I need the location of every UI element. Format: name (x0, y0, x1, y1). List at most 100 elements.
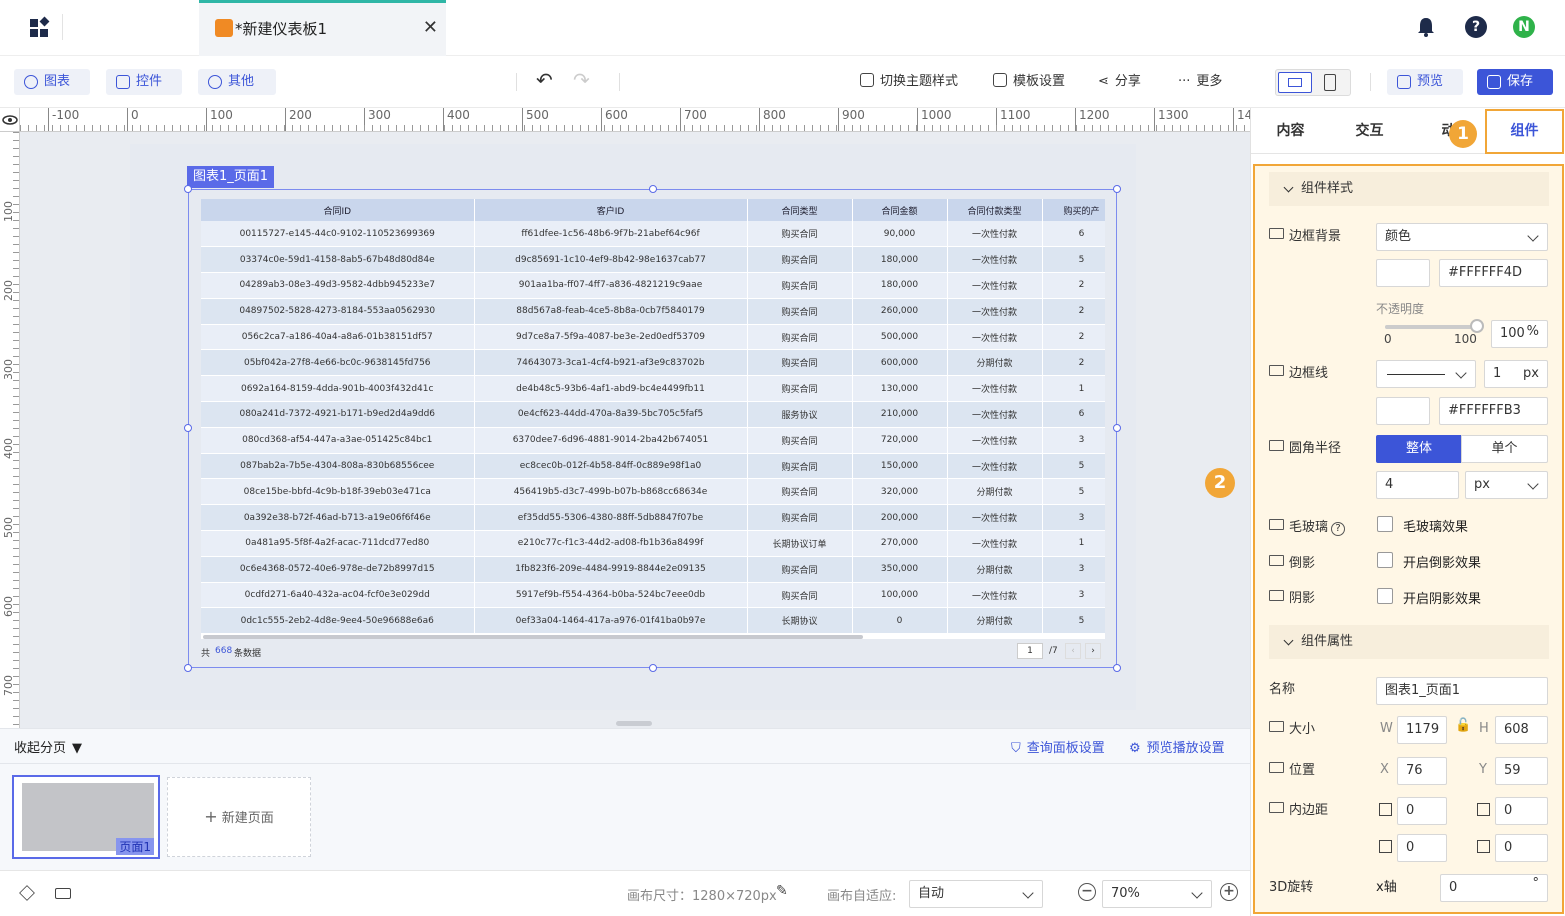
canvas-area[interactable]: -100 0 100 200 300 400 500 600 700 800 900 1000 1100… (0, 108, 1250, 728)
resize-handle[interactable] (184, 664, 192, 672)
opacity-input[interactable]: 100% (1491, 320, 1548, 348)
redo-icon[interactable]: ↷ (573, 68, 590, 92)
tab-component[interactable]: 组件 (1485, 109, 1564, 154)
table-row[interactable]: 0a481a95-5f8f-4a2f-acac-711dcd77ed80 e210… (201, 530, 1105, 557)
radius-input[interactable]: 4 (1376, 471, 1459, 499)
share-button[interactable]: ⋖ 分享 (1098, 73, 1141, 91)
apps-icon[interactable] (28, 16, 52, 40)
table-row[interactable]: 03374c0e-59d1-4158-8ab5-67b48d80d84e d9c8… (201, 246, 1105, 274)
border-color-swatch[interactable] (1376, 397, 1430, 425)
opacity-slider[interactable] (1385, 319, 1484, 333)
close-icon[interactable]: ✕ (423, 17, 438, 38)
column-header[interactable]: 合同付款类型 (947, 199, 1043, 221)
radius-whole-button[interactable]: 整体 (1376, 435, 1462, 463)
section-component-props[interactable]: 组件属性 (1269, 625, 1549, 659)
zoom-select[interactable]: 70% (1102, 880, 1212, 908)
table-row[interactable]: 04897502-5828-4273-8184-553aa0562930 88d5… (201, 298, 1105, 325)
control-button[interactable]: 控件 (106, 69, 182, 95)
undo-icon[interactable]: ↶ (536, 68, 553, 92)
table-row[interactable]: 080cd368-af54-447a-a3ae-051425c84bc1 6370… (201, 427, 1105, 454)
padding-left-input[interactable]: 0 (1397, 834, 1447, 862)
resize-handle[interactable] (649, 185, 657, 193)
padding-top-input[interactable]: 0 (1397, 797, 1447, 825)
table-row[interactable]: 0dc1c555-2eb2-4d8e-9ee4-50e96688e6a6 0ef3… (201, 607, 1105, 635)
column-header[interactable]: 购买的产 (1042, 199, 1105, 221)
table-row[interactable]: 04289ab3-08e3-49d3-9582-4dbb945233e7 901a… (201, 272, 1105, 299)
dashboard-tab[interactable]: *新建仪表板1 ✕ (199, 0, 446, 56)
drag-handle[interactable] (616, 721, 652, 726)
adapt-select[interactable]: 自动 (909, 880, 1043, 908)
layers-icon[interactable] (19, 885, 35, 901)
other-button[interactable]: 其他 (198, 69, 276, 95)
eye-icon[interactable] (0, 108, 20, 132)
section-component-style[interactable]: 组件样式 (1269, 172, 1549, 206)
canvas-page[interactable]: 图表1_页面1 合同ID 客户ID 合同类型 合同金额 合同付款类型 购买的产 00115… (130, 144, 1136, 710)
edit-icon[interactable]: ✎ (776, 883, 788, 899)
bell-icon[interactable] (1416, 16, 1436, 38)
prev-page-icon[interactable]: ‹ (1065, 643, 1081, 659)
preview-settings-button[interactable]: ⚙ 预览播放设置 (1129, 737, 1225, 756)
bg-type-select[interactable]: 颜色 (1376, 223, 1548, 251)
resize-handle[interactable] (649, 664, 657, 672)
reflection-checkbox[interactable] (1377, 552, 1393, 568)
next-page-icon[interactable]: › (1085, 643, 1101, 659)
height-input[interactable]: 608 (1495, 716, 1548, 744)
help-icon[interactable]: ? (1465, 16, 1487, 38)
column-header[interactable]: 合同金额 (852, 199, 948, 221)
radius-unit-select[interactable]: px (1465, 471, 1548, 499)
tab-content[interactable]: 内容 (1251, 108, 1330, 154)
table-row[interactable]: 0692a164-8159-4dda-901b-4003f432d41c de4b… (201, 375, 1105, 403)
border-color-input[interactable]: #FFFFFFB3 (1439, 397, 1548, 425)
resize-handle[interactable] (1113, 185, 1121, 193)
padding-right-input[interactable]: 0 (1495, 834, 1548, 862)
bg-color-input[interactable]: #FFFFFF4D (1439, 259, 1548, 287)
data-table[interactable]: 合同ID 客户ID 合同类型 合同金额 合同付款类型 购买的产 00115727-e145… (201, 199, 1105, 639)
table-row[interactable]: 0c6e4368-0572-40e6-978e-de72b8997d15 1fb8… (201, 556, 1105, 583)
table-row[interactable]: 056c2ca7-a186-40a4-a8a6-01b38151df57 9d7c… (201, 324, 1105, 351)
desktop-icon[interactable] (1278, 72, 1312, 93)
table-row[interactable]: 05bf042a-27f8-4e66-bc0c-9638145fd756 7464… (201, 349, 1105, 377)
resize-handle[interactable] (184, 185, 192, 193)
padding-bottom-input[interactable]: 0 (1495, 797, 1548, 825)
frosted-checkbox[interactable] (1377, 516, 1393, 532)
border-width-input[interactable]: 1 px (1484, 360, 1548, 388)
avatar[interactable]: N (1513, 16, 1535, 38)
more-button[interactable]: ··· 更多 (1178, 73, 1222, 91)
chart-button[interactable]: 图表 (14, 69, 90, 95)
preview-button[interactable]: 预览 (1387, 69, 1463, 95)
lock-icon[interactable]: 🔓 (1455, 718, 1471, 733)
zoom-out-icon[interactable]: − (1078, 883, 1096, 901)
table-row[interactable]: 080a241d-7372-4921-b171-b9ed2d4a9dd6 0e4c… (201, 401, 1105, 428)
resize-handle[interactable] (184, 424, 192, 432)
page-thumbnail[interactable]: 页面1 (12, 775, 160, 859)
table-row[interactable]: 087bab2a-7b5e-4304-808a-830b68556cee ec8c… (201, 453, 1105, 480)
keyboard-icon[interactable] (55, 888, 71, 899)
x-input[interactable]: 76 (1397, 757, 1447, 785)
table-row[interactable]: 00115727-e145-44c0-9102-110523699369 ff61… (201, 221, 1105, 248)
help-icon[interactable]: ? (1331, 522, 1346, 536)
table-row[interactable]: 0cdfd271-6a40-432a-ac04-fcf0e3e029dd 5917… (201, 582, 1105, 609)
y-input[interactable]: 59 (1495, 757, 1548, 785)
zoom-in-icon[interactable]: + (1220, 883, 1238, 901)
x-axis-input[interactable]: 0 ° (1440, 874, 1548, 902)
opacity-slider-knob[interactable] (1470, 319, 1484, 333)
radius-single-button[interactable]: 单个 (1461, 435, 1548, 463)
column-header[interactable]: 合同类型 (747, 199, 853, 221)
border-style-select[interactable] (1376, 360, 1476, 388)
query-settings-button[interactable]: ⛉ 查询面板设置 (1011, 737, 1105, 756)
resize-handle[interactable] (1113, 664, 1121, 672)
shadow-checkbox[interactable] (1377, 588, 1393, 604)
table-row[interactable]: 08ce15be-bbfd-4c9b-b18f-39eb03e471ca 4564… (201, 478, 1105, 506)
table-row[interactable]: 0a392e38-b72f-46ad-b713-a19e06f6f46e ef35… (201, 504, 1105, 532)
column-header[interactable]: 合同ID (201, 199, 475, 221)
mobile-icon[interactable] (1324, 74, 1336, 91)
resize-handle[interactable] (1113, 424, 1121, 432)
theme-button[interactable]: 切换主题样式 (860, 73, 958, 91)
bg-color-swatch[interactable] (1376, 259, 1430, 287)
new-page-button[interactable]: + 新建页面 (167, 777, 311, 857)
save-button[interactable]: 保存 (1477, 69, 1553, 95)
name-input[interactable]: 图表1_页面1 (1376, 677, 1548, 705)
template-button[interactable]: 模板设置 (993, 73, 1065, 91)
page-input[interactable]: 1 (1017, 643, 1043, 659)
horizontal-scrollbar[interactable] (203, 635, 863, 639)
